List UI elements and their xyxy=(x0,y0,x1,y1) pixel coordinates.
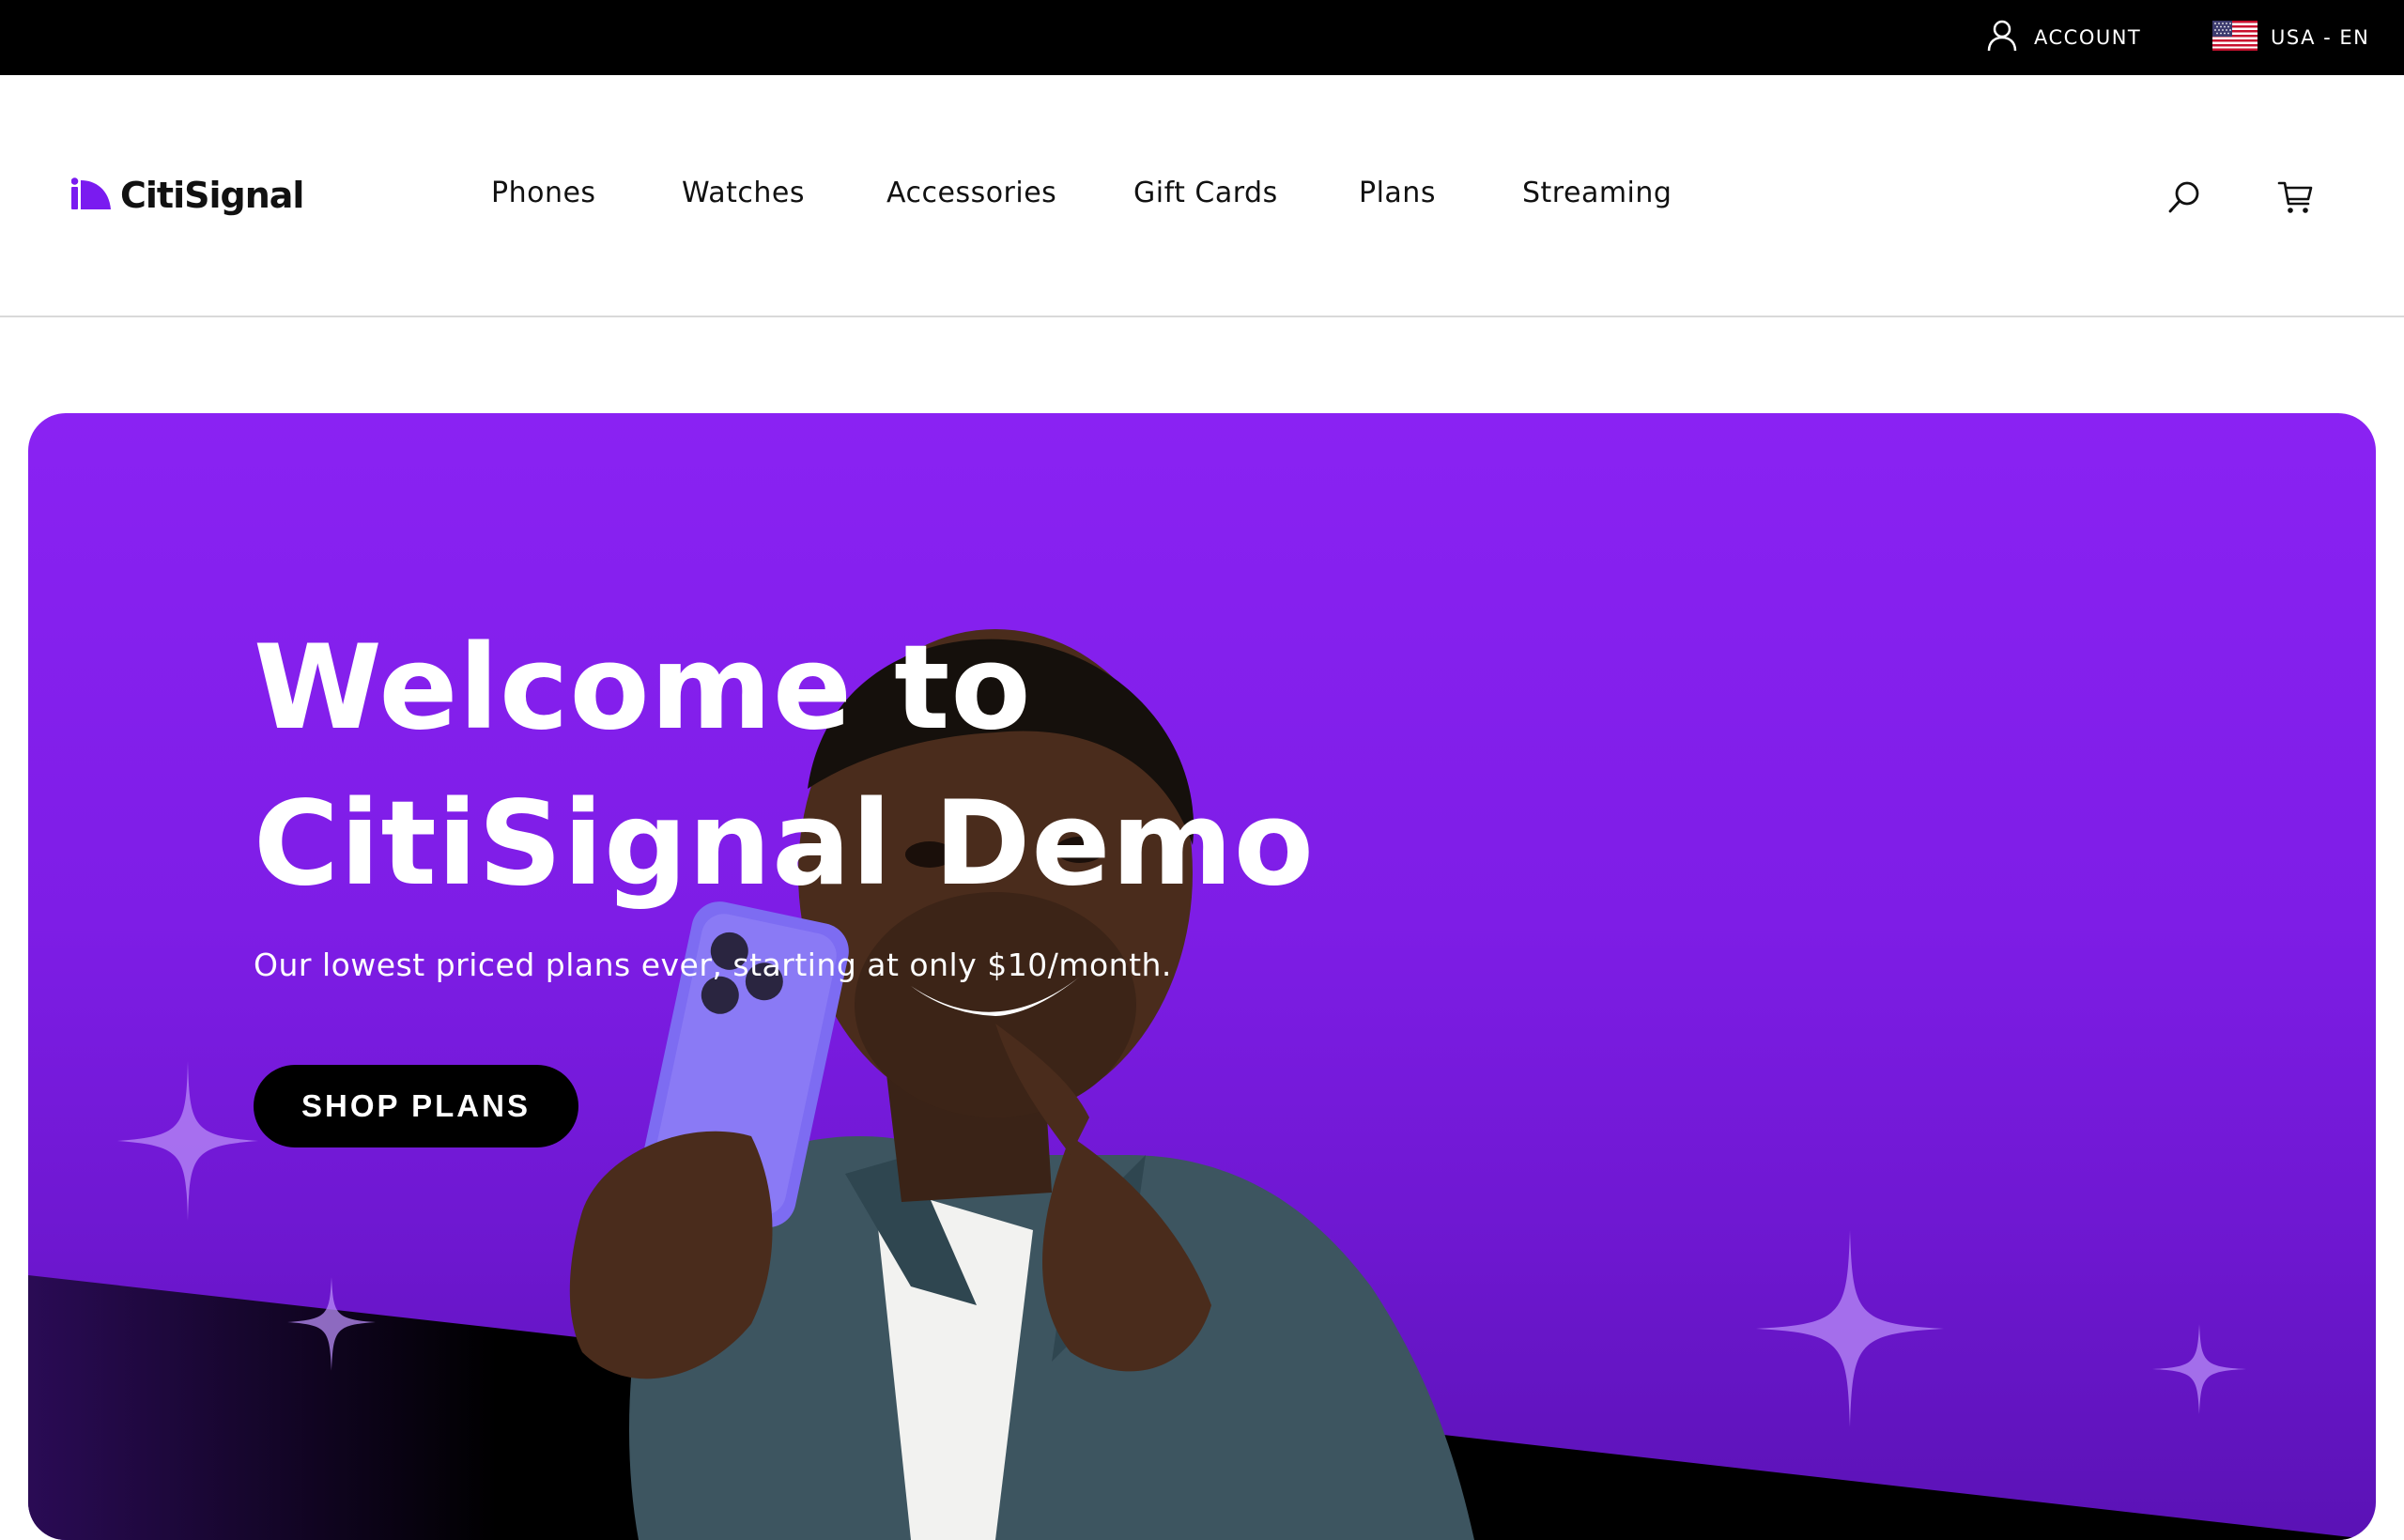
hero-title: Welcome to CitiSignal Demo xyxy=(254,610,1568,922)
user-icon xyxy=(1987,20,2017,55)
account-link[interactable]: ACCOUNT xyxy=(1987,0,2141,75)
nav-item-watches[interactable]: Watches xyxy=(682,177,805,209)
nav-item-gift-cards[interactable]: Gift Cards xyxy=(1133,177,1278,209)
search-button[interactable] xyxy=(2160,175,2209,223)
nav-item-accessories[interactable]: Accessories xyxy=(886,177,1056,209)
hero-title-line-1: Welcome to xyxy=(254,621,1032,756)
search-icon xyxy=(2166,179,2202,219)
cart-button[interactable] xyxy=(2272,175,2320,223)
utility-bar: ACCOUNT USA - EN xyxy=(0,0,2404,75)
nav-item-phones[interactable]: Phones xyxy=(491,177,596,209)
nav-item-plans[interactable]: Plans xyxy=(1359,177,1436,209)
hero-banner: Welcome to CitiSignal Demo Our lowest pr… xyxy=(28,413,2376,1540)
nav-item-streaming[interactable]: Streaming xyxy=(1522,177,1672,209)
hero-subtitle: Our lowest priced plans ever, starting a… xyxy=(254,947,1172,983)
account-label: ACCOUNT xyxy=(2034,26,2142,49)
locale-label: USA - EN xyxy=(2271,26,2370,49)
hero-title-line-2: CitiSignal Demo xyxy=(254,777,1315,912)
us-flag-icon xyxy=(2212,21,2258,54)
shop-plans-button[interactable]: SHOP PLANS xyxy=(254,1065,578,1147)
main-header: CitiSignal Phones Watches Accessories Gi… xyxy=(0,75,2404,317)
primary-nav: Phones Watches Accessories Gift Cards Pl… xyxy=(0,177,2404,223)
locale-selector[interactable]: USA - EN xyxy=(2212,0,2369,75)
cart-icon xyxy=(2277,179,2315,219)
